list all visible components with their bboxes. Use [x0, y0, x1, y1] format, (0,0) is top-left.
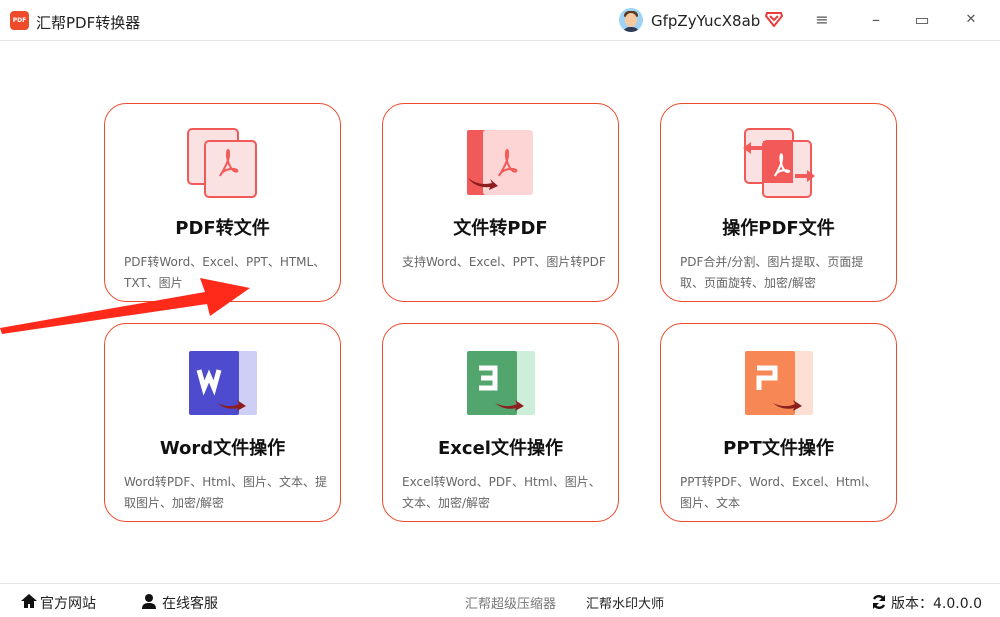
app-logo: PDF [10, 11, 29, 30]
avatar[interactable] [619, 8, 643, 32]
title-bar: PDF 汇帮PDF转换器 GfpZyYucX8ab ≡ – ▭ ✕ [0, 0, 1000, 41]
word-icon [187, 348, 259, 420]
operate-pdf-icon [743, 128, 815, 200]
card-desc: PDF合并/分割、图片提取、页面提取、页面旋转、加密/解密 [680, 255, 864, 290]
card-desc: 支持Word、Excel、PPT、图片转PDF [402, 255, 606, 269]
ppt-icon [743, 348, 815, 420]
file-to-pdf-icon [465, 128, 537, 200]
official-website-link[interactable]: 官方网站 [40, 593, 96, 613]
pdf-to-file-icon [187, 128, 259, 200]
app-title: 汇帮PDF转换器 [36, 14, 141, 32]
card-title: Excel文件操作 [438, 438, 563, 459]
card-ppt[interactable]: PPT文件操作 PPT转PDF、Word、Excel、Html、图片、文本 [660, 323, 897, 522]
watermark-link[interactable]: 汇帮水印大师 [586, 593, 664, 612]
online-service-link[interactable]: 在线客服 [162, 593, 218, 613]
card-excel[interactable]: Excel文件操作 Excel转Word、PDF、Html、图片、文本、加密/解… [382, 323, 619, 522]
card-title: PDF转文件 [175, 218, 270, 239]
minimize-icon[interactable]: – [866, 10, 886, 29]
card-title: Word文件操作 [159, 438, 286, 459]
version-label: 版本：4.0.0.0 [891, 596, 982, 612]
home-icon[interactable] [20, 593, 38, 613]
card-title: 文件转PDF [453, 218, 548, 239]
card-desc: Excel转Word、PDF、Html、图片、文本、加密/解密 [402, 475, 601, 510]
excel-icon [465, 348, 537, 420]
card-desc: PDF转Word、Excel、PPT、HTML、TXT、图片 [124, 255, 326, 290]
close-icon[interactable]: ✕ [961, 12, 981, 27]
card-word[interactable]: Word文件操作 Word转PDF、Html、图片、文本、提取图片、加密/解密 [104, 323, 341, 522]
vip-diamond-icon[interactable] [764, 11, 784, 31]
card-pdf-to-file[interactable]: PDF转文件 PDF转Word、Excel、PPT、HTML、TXT、图片 [104, 103, 341, 302]
card-title: 操作PDF文件 [722, 218, 835, 239]
card-file-to-pdf[interactable]: 文件转PDF 支持Word、Excel、PPT、图片转PDF [382, 103, 619, 302]
refresh-icon[interactable] [871, 594, 887, 614]
compressor-link[interactable]: 汇帮超级压缩器 [465, 593, 556, 612]
card-desc: Word转PDF、Html、图片、文本、提取图片、加密/解密 [124, 475, 327, 510]
customer-service-icon[interactable] [141, 593, 157, 613]
card-desc: PPT转PDF、Word、Excel、Html、图片、文本 [680, 475, 877, 510]
menu-icon[interactable]: ≡ [812, 10, 832, 29]
card-operate-pdf[interactable]: 操作PDF文件 PDF合并/分割、图片提取、页面提取、页面旋转、加密/解密 [660, 103, 897, 302]
maximize-icon[interactable]: ▭ [912, 10, 932, 29]
username[interactable]: GfpZyYucX8ab [651, 12, 760, 30]
footer: 官方网站 在线客服 汇帮超级压缩器 汇帮水印大师 版本：4.0.0.0 [0, 583, 1000, 617]
card-title: PPT文件操作 [723, 438, 834, 459]
